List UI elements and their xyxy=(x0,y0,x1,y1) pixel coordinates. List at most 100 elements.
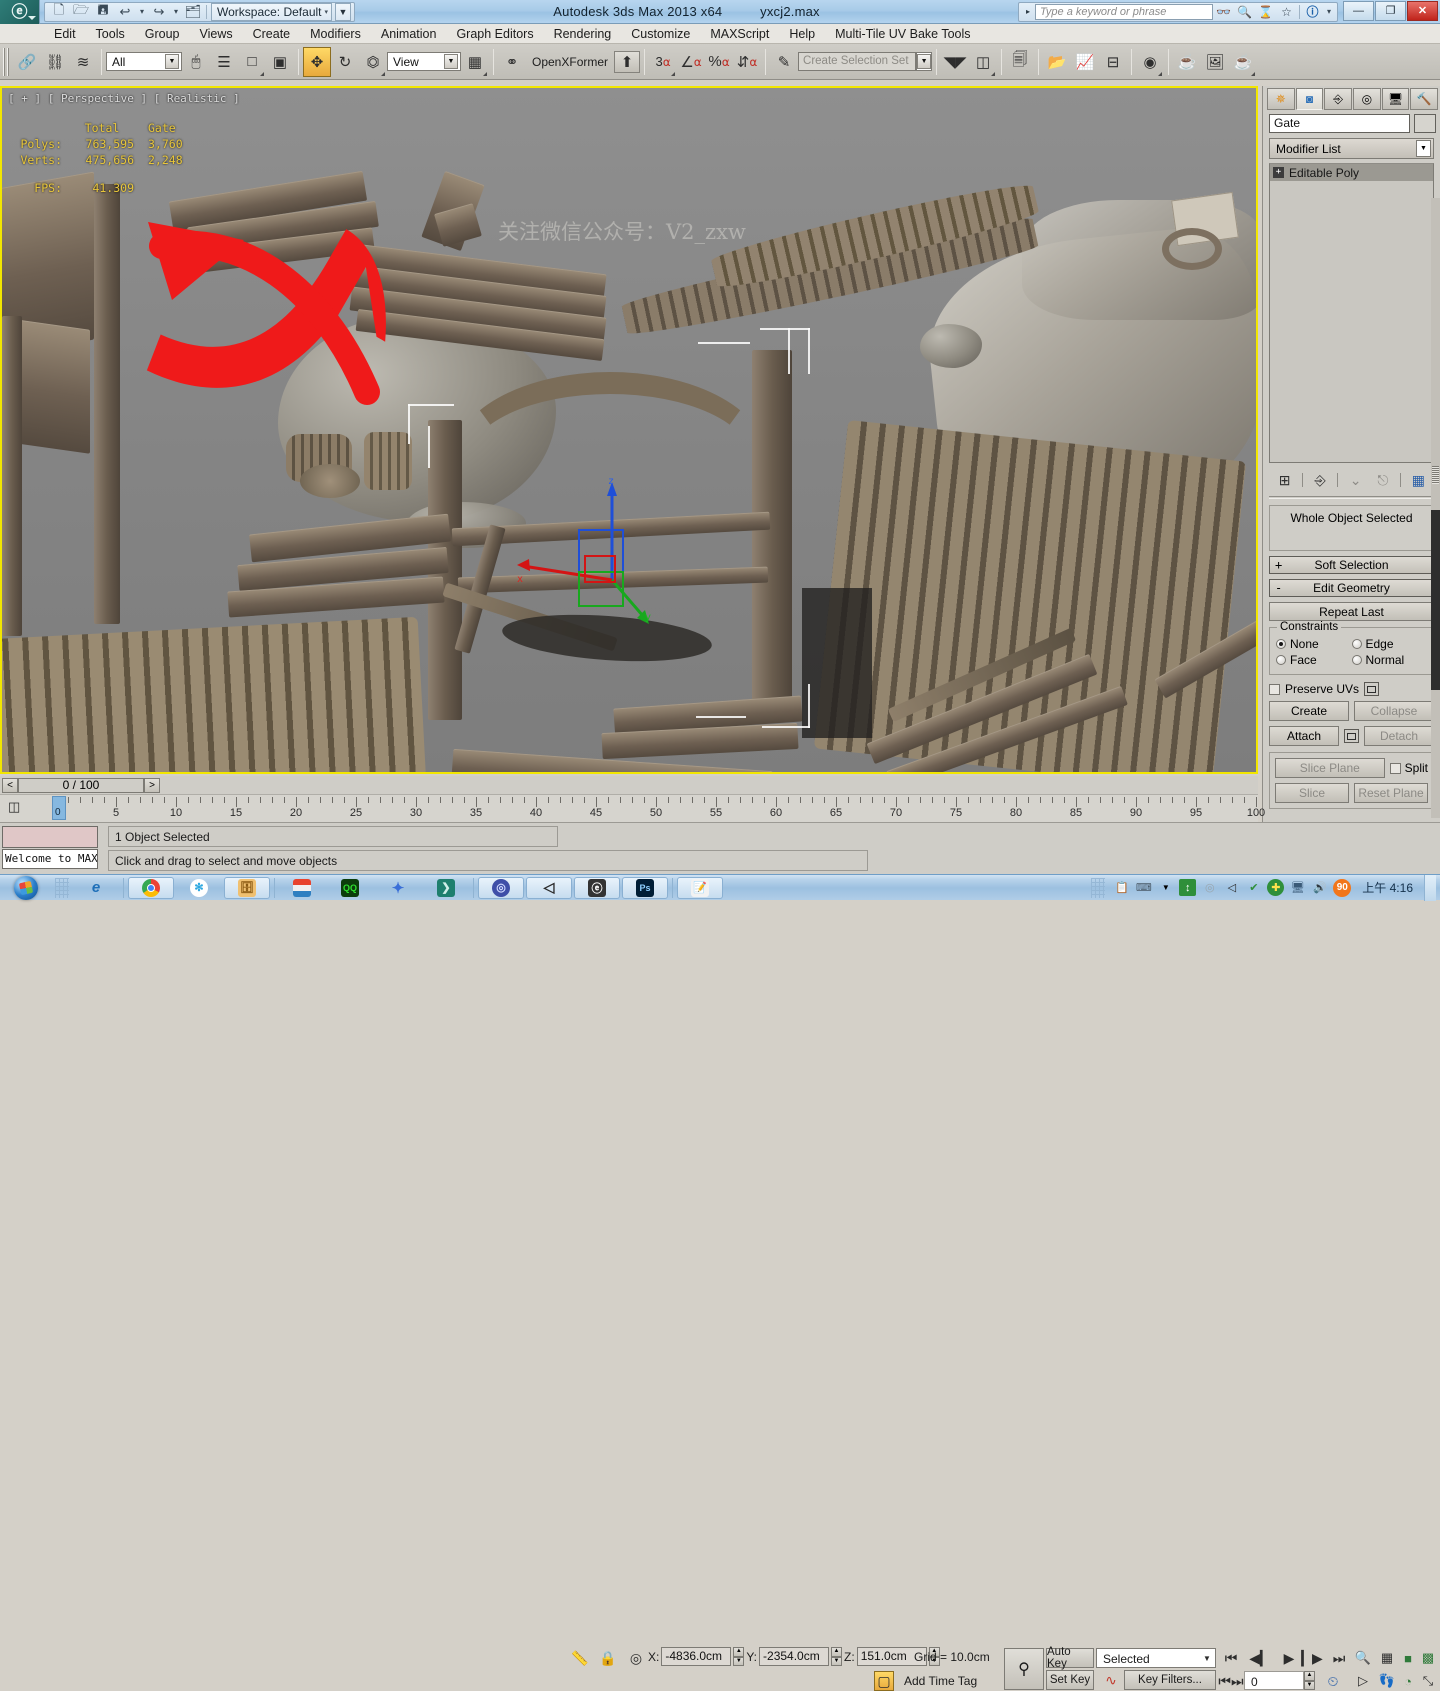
snaps-toggle-icon[interactable]: 3 ⍺ xyxy=(649,47,677,77)
new-file-icon[interactable]: 🗋 xyxy=(48,2,70,21)
object-name-input[interactable]: Gate xyxy=(1269,114,1410,133)
minimize-button[interactable]: — xyxy=(1343,0,1374,21)
subscription-icon[interactable]: ⌛ xyxy=(1255,3,1276,21)
tab-modify[interactable]: ◙ xyxy=(1295,88,1324,110)
perspective-viewport[interactable]: [ + ] [ Perspective ] [ Realistic ] 关注微信… xyxy=(0,86,1258,774)
configure-modifier-sets-icon[interactable]: ▦ xyxy=(1408,472,1428,489)
go-to-end-button[interactable]: ⏭ xyxy=(1328,1648,1350,1668)
radio-icon[interactable] xyxy=(1276,639,1286,649)
attach-settings-button[interactable] xyxy=(1344,729,1359,743)
command-panel-scrollbar[interactable] xyxy=(1431,198,1440,818)
taskbar-file-explorer[interactable]: 🗄 xyxy=(224,876,270,899)
taskbar-360-browser[interactable]: ✻ xyxy=(176,877,222,899)
tray-safe-remove-icon[interactable]: ✔ xyxy=(1245,879,1262,896)
radio-icon[interactable] xyxy=(1351,655,1362,665)
render-production-icon[interactable]: ☕ xyxy=(1229,47,1257,77)
key-filter-set-dropdown[interactable]: Selected xyxy=(1096,1648,1216,1668)
windows-start-orb[interactable] xyxy=(0,875,52,901)
tray-grip[interactable] xyxy=(1091,877,1106,898)
mirror-icon[interactable]: ◥◤ xyxy=(941,47,969,77)
spinner-snap-toggle-icon[interactable]: ⇵ ⍺ xyxy=(733,47,761,77)
taskbar-app-blue[interactable]: ◎ xyxy=(478,876,524,899)
isolate-selection-icon[interactable]: 📏 xyxy=(570,1647,590,1669)
time-slider-handle[interactable]: 0 xyxy=(52,796,66,820)
set-key-button[interactable]: Set Key xyxy=(1046,1670,1094,1690)
select-and-manipulate-icon[interactable]: ⚭ xyxy=(498,47,526,77)
unlink-selection-icon[interactable]: ⛓ xyxy=(41,47,69,77)
window-crossing-icon[interactable]: ▣ xyxy=(266,47,294,77)
percent-snap-toggle-icon[interactable]: % ⍺ xyxy=(705,47,733,77)
search-binoculars-icon[interactable]: 👓 xyxy=(1213,3,1234,21)
start-orb-icon[interactable] xyxy=(14,875,38,900)
tray-score-badge[interactable]: 90 xyxy=(1333,878,1352,897)
menu-modifiers[interactable]: Modifiers xyxy=(300,24,371,44)
y-coord-input[interactable]: -2354.0cm xyxy=(759,1647,830,1666)
track-bar[interactable]: ◫ 0 5 10 15 20 25 30 35 40 45 50 55 60 65 70 75 80 85 90 95… xyxy=(0,794,1265,822)
zoom-extents-all-icon[interactable]: ▩ xyxy=(1418,1648,1438,1668)
menu-customize[interactable]: Customize xyxy=(621,24,700,44)
workspace-selector[interactable]: Workspace: Default ▾ xyxy=(211,2,333,21)
toggle-scene-explorer-icon[interactable]: 📂 xyxy=(1043,47,1071,77)
maximize-viewport-toggle-icon[interactable]: ⤡ xyxy=(1418,1671,1438,1691)
menu-create[interactable]: Create xyxy=(243,24,301,44)
split-checkbox-icon[interactable] xyxy=(1389,762,1401,774)
preserve-uvs-checkbox[interactable] xyxy=(1269,683,1280,695)
modifier-list-dropdown[interactable]: Modifier List ▼ xyxy=(1269,138,1434,159)
go-to-start-button[interactable]: ⏮ xyxy=(1220,1648,1242,1668)
tray-usb-icon[interactable]: ↕ xyxy=(1179,879,1197,896)
schematic-view-icon[interactable]: ⊟ xyxy=(1099,47,1127,77)
close-button[interactable]: ✕ xyxy=(1407,0,1438,21)
help-question-icon[interactable]: ⓘ xyxy=(1302,3,1323,21)
maxscript-mini-listener-output[interactable] xyxy=(2,826,98,848)
taskbar-photoshop[interactable]: Ps xyxy=(622,876,668,899)
tray-unity-icon[interactable]: ◁ xyxy=(1223,879,1240,896)
menu-views[interactable]: Views xyxy=(189,24,242,44)
show-desktop-button[interactable] xyxy=(1424,874,1436,901)
key-mode-toggle-icon[interactable]: ⏮⏭ xyxy=(1218,1671,1243,1691)
zoom-icon[interactable]: 🔍 xyxy=(1352,1648,1374,1668)
taskbar-google-chrome[interactable] xyxy=(128,876,174,899)
search-input[interactable]: Type a keyword or phrase xyxy=(1035,3,1213,20)
project-folder-icon[interactable]: 🗂 xyxy=(182,3,204,21)
play-animation-button[interactable]: ▶ xyxy=(1278,1648,1300,1668)
current-frame-readout[interactable]: 0 / 100 xyxy=(18,777,144,793)
walk-through-icon[interactable]: 👣 xyxy=(1376,1671,1398,1691)
taskbar-substance[interactable]: ❯ xyxy=(423,877,469,899)
use-center-flyout-icon[interactable]: ▦ xyxy=(461,47,489,77)
key-mode-toggle-button[interactable]: ⚲ xyxy=(1004,1648,1044,1690)
x-coord-input[interactable]: -4836.0cm xyxy=(661,1647,732,1666)
taskbar-winrar[interactable]: █ xyxy=(279,877,325,899)
taskbar-unity[interactable]: ◁ xyxy=(526,876,572,899)
selection-filter-dropdown[interactable]: All ▼ xyxy=(106,52,182,71)
absolute-relative-mode-icon[interactable]: ◎ xyxy=(626,1647,646,1669)
split-checkbox[interactable]: Split xyxy=(1389,760,1428,776)
radio-icon[interactable] xyxy=(1276,655,1286,665)
chevron-down-icon[interactable]: ▾ xyxy=(325,8,329,16)
menu-edit[interactable]: Edit xyxy=(44,24,86,44)
taskbar-clock[interactable]: 上午 4:16 xyxy=(1356,879,1419,896)
next-frame-button[interactable]: ▎▶ xyxy=(1300,1648,1324,1668)
3dsmax-logo-icon[interactable]: ⓔ xyxy=(0,0,40,24)
taskbar-3ds-max[interactable]: ⓔ xyxy=(574,876,620,899)
search-magnifier-icon[interactable]: 🔍 xyxy=(1234,3,1255,21)
menu-rendering[interactable]: Rendering xyxy=(544,24,622,44)
menu-help[interactable]: Help xyxy=(779,24,825,44)
rectangular-selection-region-icon[interactable]: □ xyxy=(238,47,266,77)
favorites-star-icon[interactable]: ☆ xyxy=(1276,3,1297,21)
auto-key-button[interactable]: Auto Key xyxy=(1046,1646,1094,1670)
repeat-last-button[interactable]: Repeat Last xyxy=(1269,602,1434,621)
edit-named-selection-sets-icon[interactable]: ✎ xyxy=(770,47,798,77)
set-key-curve-icon[interactable]: ∿ xyxy=(1100,1670,1122,1690)
tab-motion[interactable]: ◎ xyxy=(1353,88,1381,110)
restore-button[interactable]: ❐ xyxy=(1375,0,1406,21)
taskbar-notepad[interactable]: 📝 xyxy=(677,876,723,899)
taskbar-foxmail[interactable]: ✦ xyxy=(375,877,421,899)
key-filters-button[interactable]: Key Filters... xyxy=(1124,1670,1216,1690)
scrollbar-thumb[interactable] xyxy=(1431,510,1440,690)
tab-hierarchy[interactable]: ⎆ xyxy=(1324,88,1353,110)
remove-modifier-icon[interactable]: ⎋ xyxy=(1373,472,1393,489)
help-dropdown-icon[interactable]: ▾ xyxy=(1323,3,1335,21)
tray-security-icon[interactable]: ✚ xyxy=(1267,879,1285,896)
expand-icon[interactable]: + xyxy=(1273,167,1284,178)
menu-tools[interactable]: Tools xyxy=(86,24,135,44)
